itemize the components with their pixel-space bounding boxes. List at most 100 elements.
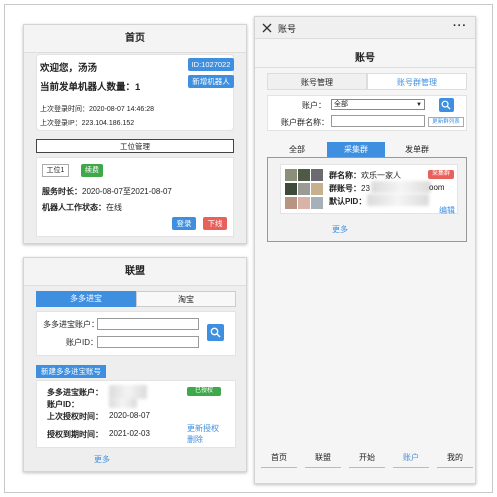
group-avatar-thumb [298, 183, 310, 195]
group-name-label-text: 群名称： [329, 171, 361, 180]
group-avatar-thumb [285, 183, 297, 195]
home-title: 首页 [24, 25, 246, 53]
last-login-time: 上次登录时间：2020-08-07 14:46:28 [40, 104, 154, 114]
search-icon [210, 327, 221, 338]
group-avatar-thumb [298, 197, 310, 209]
last-login-ip: 上次登录IP：223.104.186.152 [40, 118, 134, 128]
account-value-redacted [109, 385, 147, 399]
nav-account[interactable]: 账户 [389, 452, 433, 463]
station-manage-button[interactable]: 工位管理 [36, 139, 234, 153]
service-duration-value: 2020-08-07至2021-08-07 [82, 187, 172, 196]
default-pid-redacted [367, 194, 429, 206]
tab-taobao[interactable]: 淘宝 [136, 291, 236, 307]
chevron-down-icon: ▼ [416, 102, 422, 108]
group-name-label: 账户群名称： [281, 118, 329, 127]
group-tab-collect[interactable]: 采集群 [327, 142, 385, 157]
user-info-card: 欢迎您，汤汤 ID:1027022 当前发单机器人数量：1 新增机器人 上次登录… [36, 54, 234, 131]
group-list-container: 群名称：欢乐一家人 采集群 群账号：23 oom 默认PID： 编辑 更多 [267, 157, 467, 242]
auth-expire-label: 授权到期时间： [47, 430, 103, 439]
new-account-button[interactable]: 新建多多进宝账号 [36, 365, 106, 378]
account-select-label: 账户： [302, 101, 326, 110]
group-more-link[interactable]: 更多 [332, 224, 348, 235]
add-robot-button[interactable]: 新增机器人 [188, 75, 234, 88]
account-page-title: 账号 [355, 53, 375, 64]
account-panel: 账号 ··· 账号 账号管理 账号群管理 账户： 全部 ▼ 账户群名称： 更新群… [254, 16, 476, 484]
robot-count-label: 当前发单机器人数量：1 [40, 79, 140, 93]
group-number-suffix: oom [429, 183, 445, 192]
id-badge: ID:1027022 [188, 58, 234, 71]
nav-mine[interactable]: 我的 [433, 452, 477, 463]
segment-group-manage[interactable]: 账号群管理 [367, 73, 467, 90]
auth-expire-value: 2021-02-03 [109, 429, 150, 438]
alliance-account-id-input[interactable] [97, 336, 199, 348]
robot-count-text: 当前发单机器人数量： [40, 82, 136, 93]
nav-underline [305, 467, 341, 468]
group-avatar-thumb [311, 169, 323, 181]
update-auth-link[interactable]: 更新授权 [187, 423, 219, 434]
alliance-account-input[interactable] [97, 318, 199, 330]
group-avatar-thumb [311, 197, 323, 209]
nav-underline [437, 467, 473, 468]
group-number: 群账号：23 [329, 183, 370, 194]
nav-alliance[interactable]: 联盟 [301, 452, 345, 463]
alliance-account-id-label: 账户ID： [66, 338, 98, 347]
title-divider [255, 67, 475, 68]
update-group-list-button[interactable]: 更新群列表 [428, 117, 464, 127]
group-name-input[interactable] [331, 115, 425, 127]
group-avatar-thumb [298, 169, 310, 181]
group-avatar-thumb [285, 169, 297, 181]
segment-account-manage[interactable]: 账号管理 [267, 73, 367, 90]
last-login-time-value: 2020-08-07 14:46:28 [89, 106, 154, 113]
card-account-id-label: 账户ID： [47, 400, 79, 409]
nav-start[interactable]: 开始 [345, 452, 389, 463]
more-dots-icon[interactable]: ··· [453, 20, 467, 32]
nav-home[interactable]: 首页 [257, 452, 301, 463]
last-auth-label: 上次授权时间： [47, 412, 103, 421]
nav-underline [261, 467, 297, 468]
last-auth-value: 2020-08-07 [109, 411, 150, 420]
group-avatar-thumb [285, 197, 297, 209]
search-icon [441, 100, 451, 110]
robot-status: 机器人工作状态：在线 [42, 202, 122, 213]
account-select-value: 全部 [334, 101, 348, 108]
robot-status-value: 在线 [106, 203, 122, 212]
alliance-account-card: 多多进宝账户： 已授权 账户ID： 上次授权时间： 2020-08-07 授权到… [36, 380, 236, 448]
card-account-label: 多多进宝账户： [47, 388, 103, 397]
station-tag[interactable]: 工位1 [42, 164, 69, 177]
alliance-account-label: 多多进宝账户： [43, 320, 99, 329]
group-tab-send[interactable]: 发单群 [385, 142, 449, 157]
alliance-search-button[interactable] [207, 324, 224, 341]
alliance-title: 联盟 [24, 258, 246, 286]
group-number-label: 群账号： [329, 184, 361, 193]
group-number-partial: 23 [361, 184, 370, 193]
login-button[interactable]: 登录 [172, 217, 196, 230]
station-card: 工位1 续费 服务时长：2020-08-07至2021-08-07 机器人工作状… [36, 157, 234, 237]
group-card: 群名称：欢乐一家人 采集群 群账号：23 oom 默认PID： 编辑 [280, 164, 458, 216]
group-search-card: 账户： 全部 ▼ 账户群名称： 更新群列表 [267, 95, 467, 131]
authorized-badge: 已授权 [187, 387, 221, 396]
topbar-title: 账号 [278, 24, 297, 34]
nav-underline [349, 467, 385, 468]
account-topbar: 账号 ··· [255, 17, 475, 39]
group-tab-all[interactable]: 全部 [267, 142, 327, 157]
robot-count-value: 1 [135, 82, 141, 93]
logout-button[interactable]: 下线 [203, 217, 227, 230]
renew-button[interactable]: 续费 [81, 164, 103, 177]
tab-duoduo[interactable]: 多多进宝 [36, 291, 136, 307]
last-login-ip-value: 223.104.186.152 [81, 120, 135, 127]
default-pid-label: 默认PID： [329, 197, 367, 206]
group-edit-link[interactable]: 编辑 [439, 205, 455, 216]
group-name: 群名称：欢乐一家人 [329, 170, 401, 181]
group-search-button[interactable] [439, 98, 454, 112]
home-panel: 首页 欢迎您，汤汤 ID:1027022 当前发单机器人数量：1 新增机器人 上… [23, 24, 247, 244]
group-name-value: 欢乐一家人 [361, 171, 401, 180]
last-login-ip-label: 上次登录IP： [40, 120, 82, 127]
alliance-more-link[interactable]: 更多 [94, 454, 110, 465]
delete-link[interactable]: 删除 [187, 434, 203, 445]
alliance-panel: 联盟 多多进宝 淘宝 多多进宝账户： 账户ID： 新建多多进宝账号 多多进宝账户… [23, 257, 247, 472]
group-number-redacted [371, 181, 431, 193]
close-icon[interactable] [262, 23, 272, 33]
account-select[interactable]: 全部 ▼ [331, 99, 425, 110]
welcome-text: 欢迎您，汤汤 [40, 63, 98, 74]
service-duration: 服务时长：2020-08-07至2021-08-07 [42, 186, 172, 197]
